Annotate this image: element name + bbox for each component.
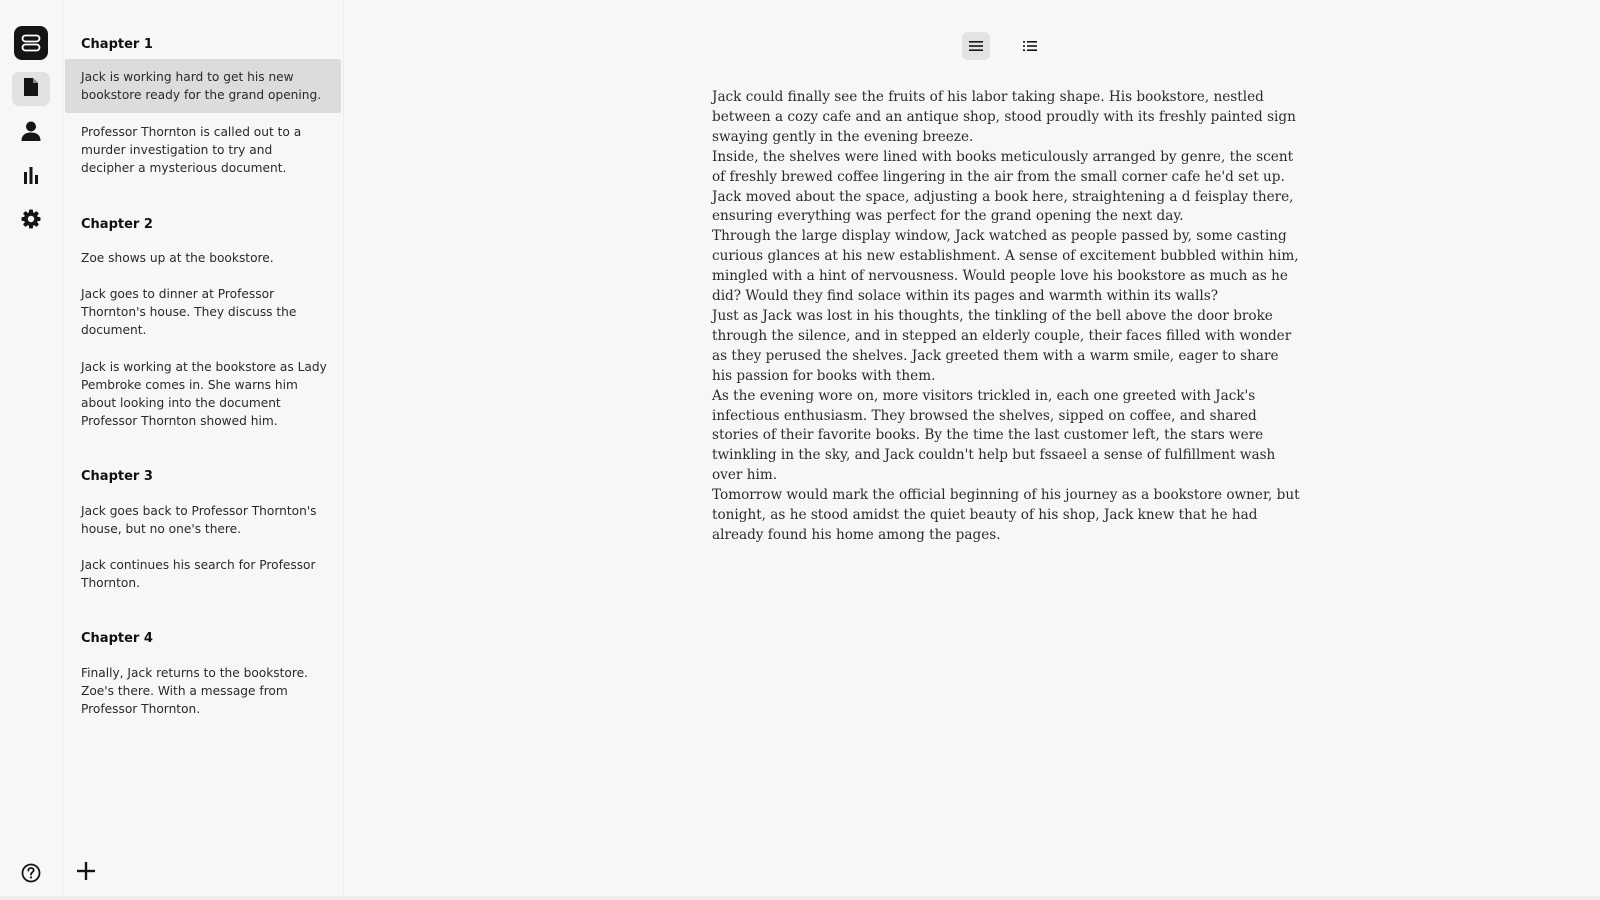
paragraph[interactable]: As the evening wore on, more visitors tr… xyxy=(712,387,1302,487)
paragraph[interactable]: Through the large display window, Jack w… xyxy=(712,227,1302,307)
scene-item[interactable]: Jack goes to dinner at Professor Thornto… xyxy=(65,276,341,348)
chapter-2-title[interactable]: Chapter 2 xyxy=(81,217,153,232)
scene-item[interactable]: Zoe shows up at the bookstore. xyxy=(65,240,341,276)
text-view-button[interactable] xyxy=(962,32,990,60)
scene-item[interactable]: Jack is working at the bookstore as Lady… xyxy=(65,349,341,439)
outline-sidebar: Chapter 1 Jack is working hard to get hi… xyxy=(63,0,344,900)
paragraph[interactable]: Just as Jack was lost in his thoughts, t… xyxy=(712,307,1302,387)
text-view-icon xyxy=(969,37,983,56)
app-window: Chapter 1 Jack is working hard to get hi… xyxy=(0,0,1600,900)
paragraph[interactable]: Inside, the shelves were lined with book… xyxy=(712,148,1302,228)
chapter-4-title[interactable]: Chapter 4 xyxy=(81,631,153,646)
scene-item[interactable]: Jack continues his search for Professor … xyxy=(65,547,341,601)
nav-stats-button[interactable] xyxy=(12,160,50,194)
list-view-icon xyxy=(1023,37,1037,56)
scene-item[interactable]: Jack is working hard to get his new book… xyxy=(65,59,341,113)
manuscript-text-editor[interactable]: Jack could finally see the fruits of his… xyxy=(712,88,1302,546)
gear-icon xyxy=(21,209,41,233)
list-view-button[interactable] xyxy=(1016,32,1044,60)
chapter-3-title[interactable]: Chapter 3 xyxy=(81,469,153,484)
nav-manuscript-button[interactable] xyxy=(12,72,50,106)
plus-icon xyxy=(76,861,96,885)
bar-chart-icon xyxy=(22,166,40,188)
document-icon xyxy=(23,77,39,101)
app-logo-icon[interactable] xyxy=(14,26,48,60)
editor-pane: Jack could finally see the fruits of his… xyxy=(344,0,1600,900)
add-chapter-button[interactable] xyxy=(75,862,97,884)
user-icon xyxy=(20,120,42,146)
scene-item[interactable]: Jack goes back to Professor Thornton's h… xyxy=(65,493,341,547)
paragraph[interactable]: Tomorrow would mark the official beginni… xyxy=(712,486,1302,546)
bottom-edge xyxy=(0,896,1600,900)
scene-item[interactable]: Professor Thornton is called out to a mu… xyxy=(65,114,341,186)
nav-settings-button[interactable] xyxy=(12,204,50,238)
scene-item[interactable]: Finally, Jack returns to the bookstore. … xyxy=(65,655,341,727)
chapter-1-title[interactable]: Chapter 1 xyxy=(81,37,153,52)
icon-rail xyxy=(0,0,63,900)
help-icon xyxy=(21,863,41,887)
help-button[interactable] xyxy=(20,863,42,887)
nav-characters-button[interactable] xyxy=(12,116,50,150)
paragraph[interactable]: Jack could finally see the fruits of his… xyxy=(712,88,1302,148)
